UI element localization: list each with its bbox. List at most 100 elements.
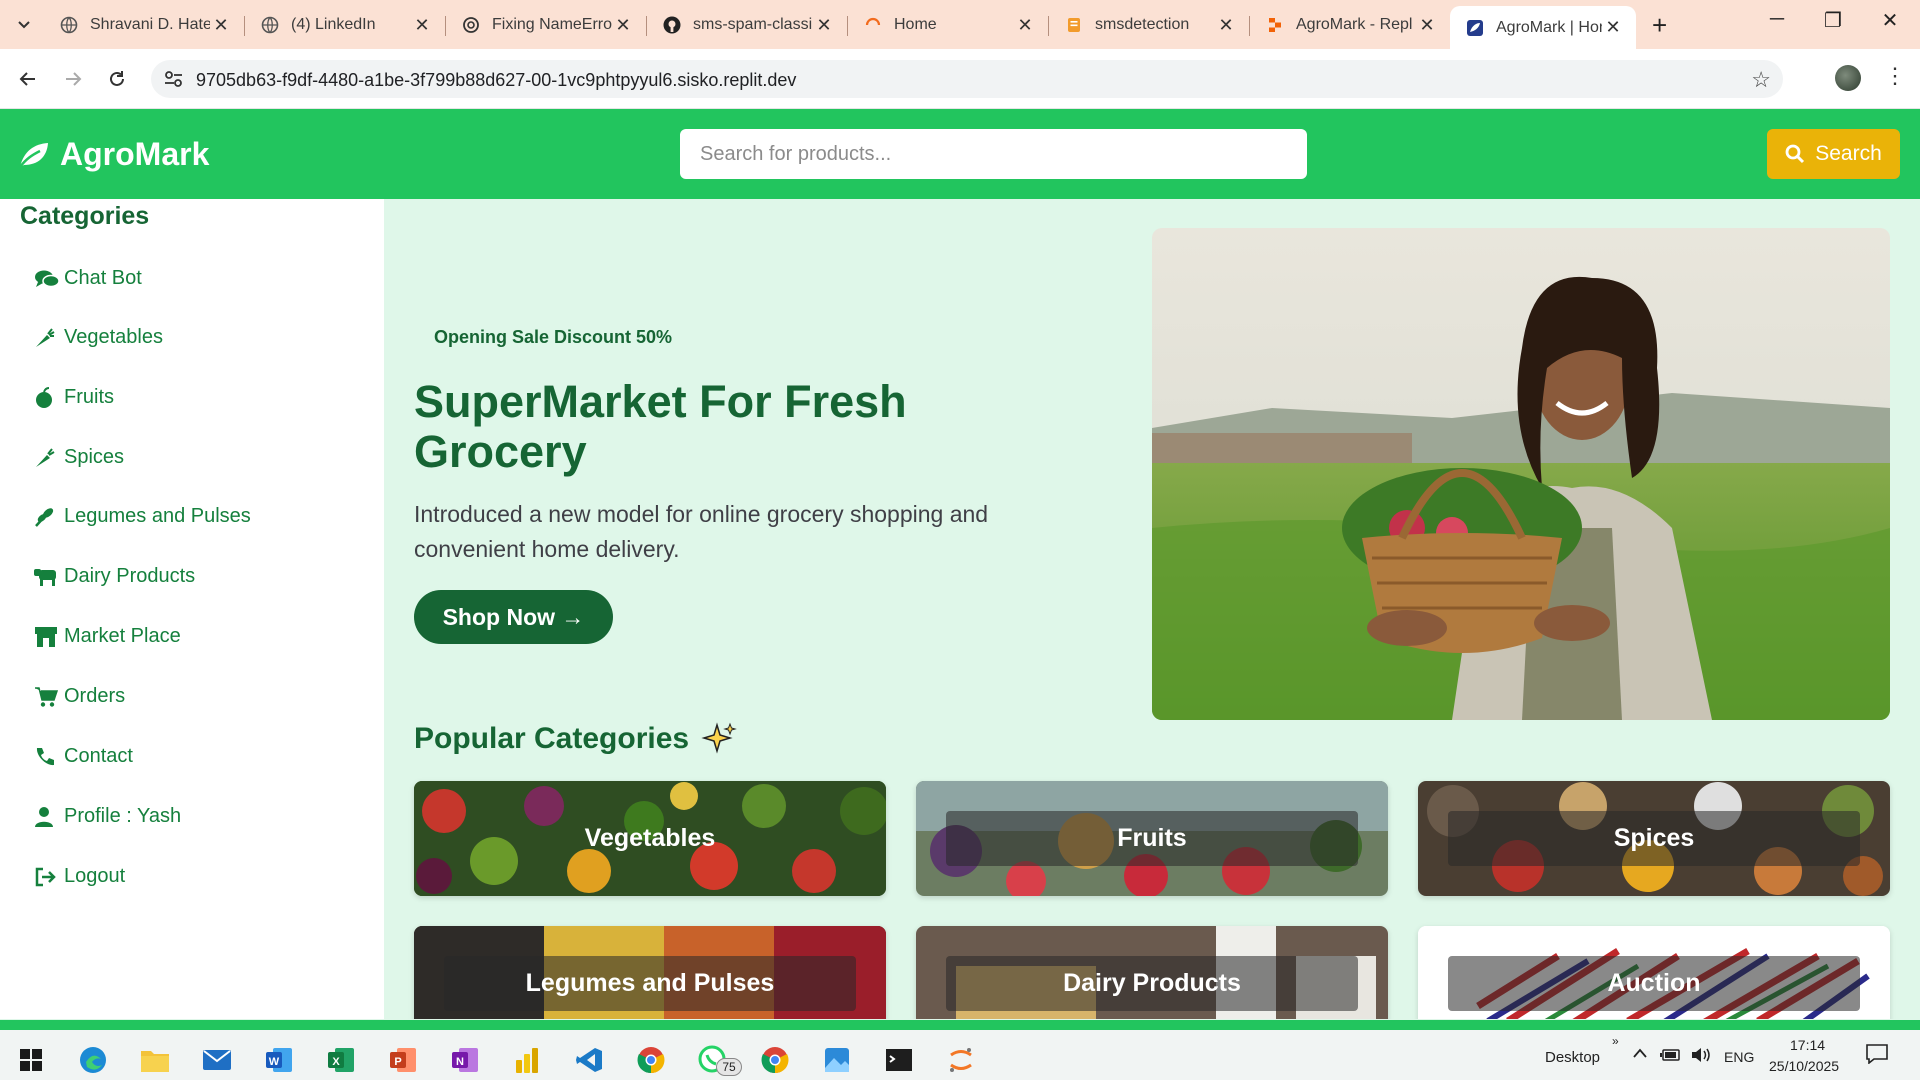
category-card-legumes[interactable]: Legumes and Pulses xyxy=(414,926,886,1019)
volume-icon[interactable] xyxy=(1690,1046,1712,1068)
sidebar-item-dairy[interactable]: Dairy Products xyxy=(34,565,195,588)
category-card-spices[interactable]: Spices xyxy=(1418,781,1890,896)
browser-tab[interactable]: sms-spam-classi ✕ xyxy=(647,6,847,44)
sidebar: Categories Chat Bot Vegetables Fruits Sp… xyxy=(0,199,384,1019)
notification-icon[interactable] xyxy=(1866,1044,1888,1068)
windows-start-icon[interactable] xyxy=(14,1044,48,1076)
card-label: Fruits xyxy=(946,811,1358,866)
browser-tab[interactable]: Shravani D. Hate ✕ xyxy=(44,6,244,44)
category-card-vegetables[interactable]: Vegetables xyxy=(414,781,886,896)
clock-time[interactable]: 17:14 xyxy=(1790,1037,1825,1053)
vscode-icon[interactable] xyxy=(572,1044,606,1076)
close-icon[interactable]: ✕ xyxy=(813,15,835,36)
close-icon[interactable]: ✕ xyxy=(210,15,232,36)
bookmark-star-icon[interactable]: ☆ xyxy=(1751,67,1771,93)
category-card-fruits[interactable]: Fruits xyxy=(916,781,1388,896)
photos-icon[interactable] xyxy=(820,1044,854,1076)
svg-text:X: X xyxy=(332,1056,340,1068)
forward-icon[interactable] xyxy=(57,63,89,95)
battery-icon[interactable] xyxy=(1660,1047,1682,1067)
sidebar-item-label: Contact xyxy=(64,745,133,767)
close-icon[interactable]: ✕ xyxy=(1416,15,1438,36)
sidebar-item-market-place[interactable]: Market Place xyxy=(34,625,181,648)
promo-text: Opening Sale Discount 50% xyxy=(434,327,673,347)
back-icon[interactable] xyxy=(12,63,44,95)
reload-icon[interactable] xyxy=(101,63,133,95)
sidebar-item-label: Logout xyxy=(64,865,126,887)
category-card-dairy[interactable]: Dairy Products xyxy=(916,926,1388,1019)
sidebar-item-legumes[interactable]: Legumes and Pulses xyxy=(34,505,251,528)
sidebar-item-vegetables[interactable]: Vegetables xyxy=(34,326,163,349)
search-input[interactable] xyxy=(680,129,1307,179)
sidebar-item-orders[interactable]: Orders xyxy=(34,685,125,708)
word-icon[interactable]: W xyxy=(262,1044,296,1076)
search-icon xyxy=(1785,144,1805,164)
close-icon[interactable]: ✕ xyxy=(612,15,634,36)
onenote-icon[interactable]: N xyxy=(448,1044,482,1076)
browser-tab-active[interactable]: AgroMark | Hom ✕ xyxy=(1450,6,1636,49)
globe-icon xyxy=(60,16,78,34)
chrome-icon[interactable] xyxy=(634,1044,668,1076)
profile-avatar[interactable] xyxy=(1835,65,1861,91)
browser-tab[interactable]: (4) LinkedIn ✕ xyxy=(245,6,445,44)
power-bi-icon[interactable] xyxy=(510,1044,544,1076)
browser-tab[interactable]: smsdetection ✕ xyxy=(1049,6,1249,44)
hero-description: Introduced a new model for online grocer… xyxy=(414,501,989,562)
file-explorer-icon[interactable] xyxy=(138,1044,172,1076)
browser-tab[interactable]: Home ✕ xyxy=(848,6,1048,44)
tab-title: Home xyxy=(894,16,937,33)
loading-icon xyxy=(864,16,882,34)
store-icon xyxy=(34,626,60,648)
close-icon[interactable]: ✕ xyxy=(1014,15,1036,36)
menu-icon[interactable]: ⋮ xyxy=(1884,63,1906,89)
chrome-icon[interactable] xyxy=(758,1044,792,1076)
phone-icon xyxy=(34,746,60,768)
sidebar-item-label: Profile : Yash xyxy=(64,805,182,827)
window-close-icon[interactable]: ✕ xyxy=(1870,8,1910,33)
site-settings-icon[interactable] xyxy=(164,70,184,93)
card-label: Auction xyxy=(1448,956,1860,1011)
sidebar-item-spices[interactable]: Spices xyxy=(34,446,124,469)
svg-text:N: N xyxy=(456,1056,464,1068)
mail-icon[interactable] xyxy=(200,1044,234,1076)
close-icon[interactable]: ✕ xyxy=(411,15,433,36)
whatsapp-badge: 75 xyxy=(716,1058,742,1076)
site-icon xyxy=(1466,19,1484,37)
new-tab-icon[interactable]: + xyxy=(1652,10,1667,41)
sidebar-item-profile[interactable]: Profile : Yash xyxy=(34,805,181,828)
browser-tab-strip: Shravani D. Hate ✕ (4) LinkedIn ✕ Fixing… xyxy=(0,0,1920,49)
close-icon[interactable]: ✕ xyxy=(1215,15,1237,36)
sidebar-item-contact[interactable]: Contact xyxy=(34,745,133,768)
search-button[interactable]: Search xyxy=(1767,129,1900,179)
sidebar-item-logout[interactable]: Logout xyxy=(34,865,125,888)
browser-tab[interactable]: AgroMark - Repl ✕ xyxy=(1250,6,1450,44)
minimize-icon[interactable]: ─ xyxy=(1757,8,1797,31)
powerpoint-icon[interactable]: P xyxy=(386,1044,420,1076)
chevron-right-icon[interactable]: » xyxy=(1612,1034,1619,1048)
sidebar-item-chat-bot[interactable]: Chat Bot xyxy=(34,267,142,290)
svg-text:W: W xyxy=(269,1056,280,1068)
card-label: Vegetables xyxy=(584,824,716,852)
category-card-auction[interactable]: Auction xyxy=(1418,926,1890,1019)
seedling-icon xyxy=(34,506,60,528)
sidebar-item-label: Chat Bot xyxy=(64,267,142,289)
sidebar-item-fruits[interactable]: Fruits xyxy=(34,386,114,409)
address-bar[interactable]: 9705db63-f9df-4480-a1be-3f799b88d627-00-… xyxy=(151,60,1783,98)
restore-icon[interactable]: ❐ xyxy=(1813,8,1853,33)
terminal-icon[interactable] xyxy=(882,1044,916,1076)
site-header: AgroMark Search xyxy=(0,109,1920,199)
chevron-up-icon[interactable] xyxy=(1632,1047,1648,1065)
language-indicator[interactable]: ENG xyxy=(1724,1049,1754,1065)
sidebar-item-label: Dairy Products xyxy=(64,565,196,587)
edge-icon[interactable] xyxy=(76,1044,110,1076)
shop-now-button[interactable]: Shop Now → xyxy=(414,590,613,644)
close-icon[interactable]: ✕ xyxy=(1602,17,1624,38)
desktop-label[interactable]: Desktop xyxy=(1545,1049,1600,1066)
excel-icon[interactable]: X xyxy=(324,1044,358,1076)
jupyter-icon[interactable] xyxy=(944,1044,978,1076)
brand-logo[interactable]: AgroMark xyxy=(18,136,209,173)
tab-search-button[interactable] xyxy=(8,10,40,40)
sparkles-icon xyxy=(701,722,737,754)
browser-tab[interactable]: Fixing NameErro ✕ xyxy=(446,6,646,44)
clock-date[interactable]: 25/10/2025 xyxy=(1769,1058,1839,1074)
